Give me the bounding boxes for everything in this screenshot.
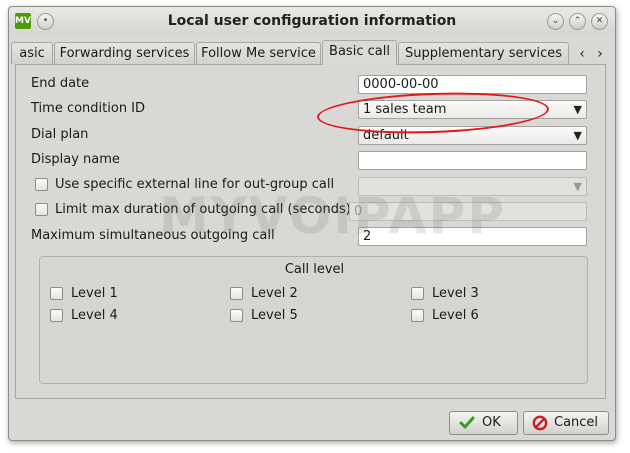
display-name-field[interactable] [358,151,587,170]
ok-label: OK [482,415,501,430]
end-date-field[interactable]: 0000-00-00 [358,75,587,94]
external-line-label: Use specific external line for out-group… [55,177,335,192]
max-duration-label: Limit max duration of outgoing call (sec… [55,202,351,217]
tab-supplementary-services[interactable]: Supplementary services [398,42,569,64]
checkmark-icon [459,416,475,429]
level-6-label: Level 6 [432,308,479,323]
cancel-button[interactable]: Cancel [523,411,609,435]
tab-basic-call[interactable]: Basic call [322,40,397,65]
level-2-label: Level 2 [251,286,298,301]
time-condition-value: 1 sales team [363,102,447,117]
external-line-select[interactable]: ▼ [358,177,587,196]
tab-scroll-right-icon[interactable]: › [591,45,609,63]
time-condition-select[interactable]: 1 sales team ▼ [358,100,587,119]
tab-forwarding-services[interactable]: Forwarding services [54,42,195,64]
end-date-label: End date [31,76,90,91]
window-title: Local user configuration information [167,13,457,29]
max-duration-checkbox[interactable] [35,203,48,216]
chevron-down-icon: ▼ [573,180,582,193]
level-3-label: Level 3 [432,286,479,301]
level-3-checkbox[interactable] [411,287,424,300]
max-duration-field[interactable]: 0 [349,202,587,221]
close-button[interactable]: ✕ [591,13,608,30]
tab-bar: asic Forwarding services Follow Me servi… [9,40,615,65]
maximize-button[interactable]: ⌃ [569,13,586,30]
tab-scroll-left-icon[interactable]: ‹ [573,45,591,63]
level-5-checkbox[interactable] [230,309,243,322]
max-simultaneous-field[interactable]: 2 [358,227,587,246]
call-level-title: Call level [284,262,345,277]
chevron-down-icon: ▼ [573,129,582,142]
level-4-label: Level 4 [71,308,118,323]
level-4-checkbox[interactable] [50,309,63,322]
dial-plan-value: default [363,128,409,143]
tab-basic[interactable]: asic [11,42,53,64]
chevron-down-icon: ▼ [573,103,582,116]
dial-plan-label: Dial plan [31,127,89,142]
level-1-checkbox[interactable] [50,287,63,300]
dialog-window: MV • Local user configuration informatio… [8,6,616,441]
display-name-label: Display name [31,152,120,167]
title-bar: MV • Local user configuration informatio… [9,7,615,35]
cancel-icon [532,415,548,431]
tab-follow-me-service[interactable]: Follow Me service [196,42,321,64]
time-condition-label: Time condition ID [31,101,146,116]
level-2-checkbox[interactable] [230,287,243,300]
level-5-label: Level 5 [251,308,298,323]
call-level-group: Call level Level 1 Level 2 Level 3 Level… [39,256,588,384]
minimize-button[interactable]: ⌄ [547,13,564,30]
max-simultaneous-label: Maximum simultaneous outgoing call [31,228,275,243]
ok-button[interactable]: OK [449,411,518,435]
cancel-label: Cancel [554,415,599,430]
level-6-checkbox[interactable] [411,309,424,322]
level-1-label: Level 1 [71,286,118,301]
external-line-checkbox[interactable] [35,178,48,191]
dial-plan-select[interactable]: default ▼ [358,126,587,145]
